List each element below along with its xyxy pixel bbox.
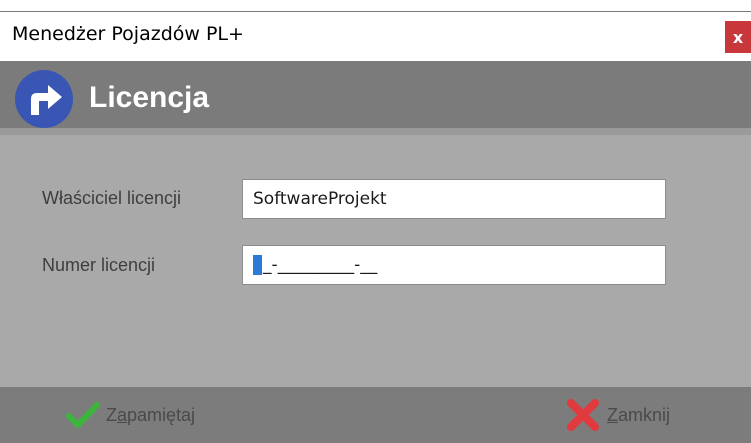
window-close-button[interactable]: x xyxy=(725,21,751,53)
close-button[interactable]: Zamknij xyxy=(565,397,670,433)
close-button-label: Zamknij xyxy=(607,404,671,425)
turn-right-arrow-icon xyxy=(15,70,73,128)
window-title: Menedżer Pojazdów PL+ xyxy=(12,23,244,45)
license-dialog: Menedżer Pojazdów PL+ x Licencja Właścic… xyxy=(0,0,751,443)
number-label: Numer licencji xyxy=(42,255,156,275)
save-button-label: Zapamiętaj xyxy=(106,404,196,425)
save-button[interactable]: Zapamiętaj xyxy=(66,397,195,433)
header-band: Licencja xyxy=(0,61,751,135)
action-bar: Zapamiętaj Zamknij xyxy=(0,387,751,443)
license-form: Właściciel licencji SoftwareProjekt Nume… xyxy=(0,135,751,387)
license-number-input[interactable]: _-_________-__ xyxy=(242,245,666,285)
license-number-mask: _-_________-__ xyxy=(263,255,378,275)
owner-input[interactable]: SoftwareProjekt xyxy=(242,179,666,219)
checkmark-icon xyxy=(66,402,100,428)
owner-input-value: SoftwareProjekt xyxy=(253,189,387,209)
header-title: Licencja xyxy=(89,81,210,114)
title-bar[interactable]: Menedżer Pojazdów PL+ x xyxy=(0,11,751,61)
window-top-edge xyxy=(0,0,751,11)
text-cursor-selection xyxy=(253,255,262,275)
owner-label: Właściciel licencji xyxy=(42,188,182,208)
close-x-icon xyxy=(567,399,599,431)
